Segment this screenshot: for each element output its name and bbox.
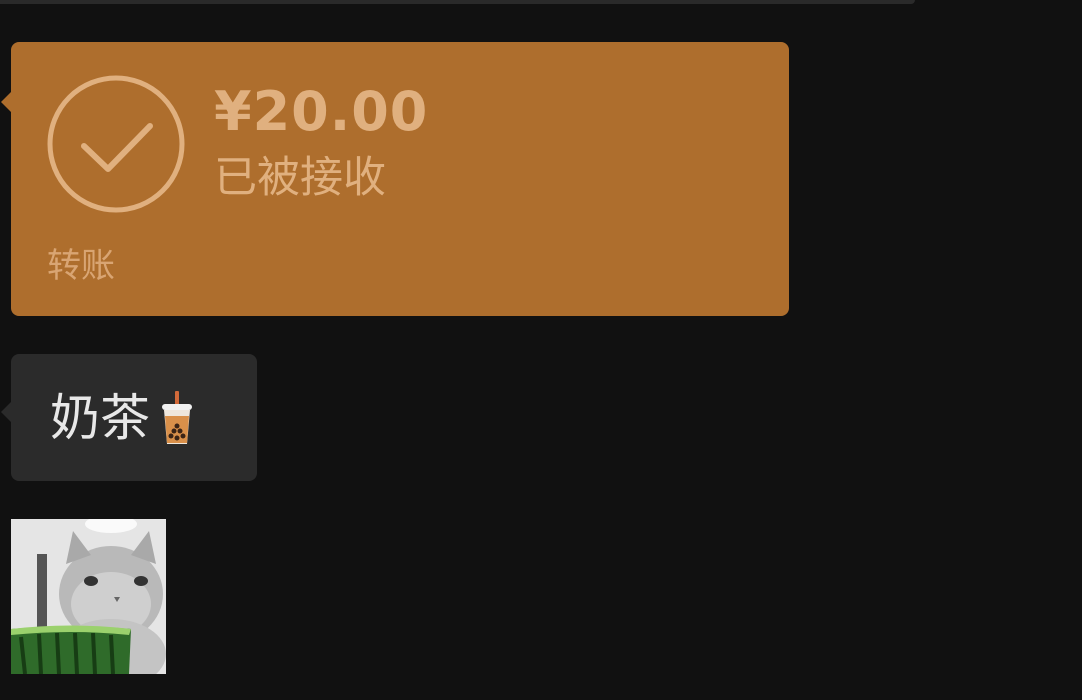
cat-eating-watermelon-sticker[interactable] — [11, 519, 166, 674]
check-circle-icon — [47, 75, 185, 213]
transfer-amount: ¥20.00 — [214, 80, 429, 143]
transfer-status: 已被接收 — [214, 153, 386, 203]
message-text: 奶茶 — [50, 389, 150, 447]
bubble-tea-icon — [162, 391, 192, 444]
top-divider — [0, 0, 915, 4]
text-message-bubble[interactable]: 奶茶 — [1, 354, 257, 481]
transfer-label: 转账 — [47, 246, 115, 286]
transfer-message-card[interactable]: ¥20.00 已被接收 转账 — [1, 42, 789, 316]
sticker-image — [11, 519, 166, 674]
